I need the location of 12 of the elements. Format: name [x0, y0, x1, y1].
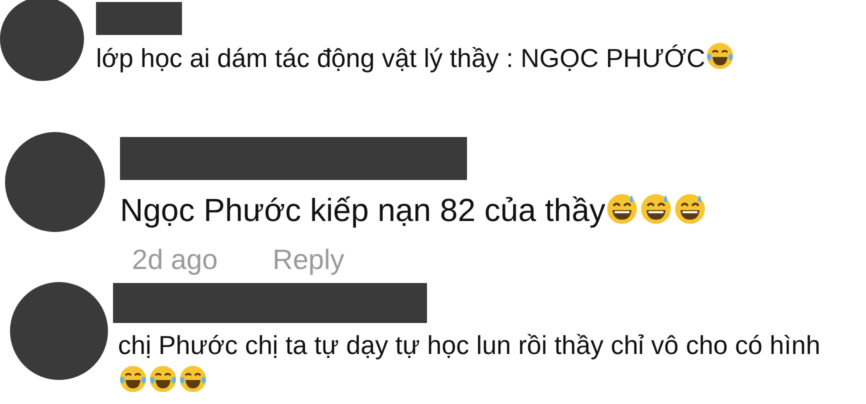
sweat-smile-icon	[673, 192, 708, 226]
comment-text: Ngọc Phước kiếp nạn 82 của thầy	[120, 188, 708, 232]
reply-link[interactable]: Reply	[272, 244, 344, 276]
comment-text: lớp học ai dám tác động vật lý thầy : NGỌC PHƯỚC	[96, 39, 856, 77]
comment-text: chị Phước chị ta tự dạy tự học lun rồi thầy chỉ vô cho có hình	[118, 327, 838, 399]
laughing-tears-icon	[148, 364, 178, 394]
laughing-tears-icon	[705, 40, 736, 71]
sweat-smile-icon	[605, 192, 640, 226]
comment-time: 2d ago	[132, 244, 218, 276]
sweat-smile-icon	[639, 192, 674, 226]
laughing-tears-icon	[178, 364, 208, 394]
laughing-tears-icon	[118, 364, 148, 394]
